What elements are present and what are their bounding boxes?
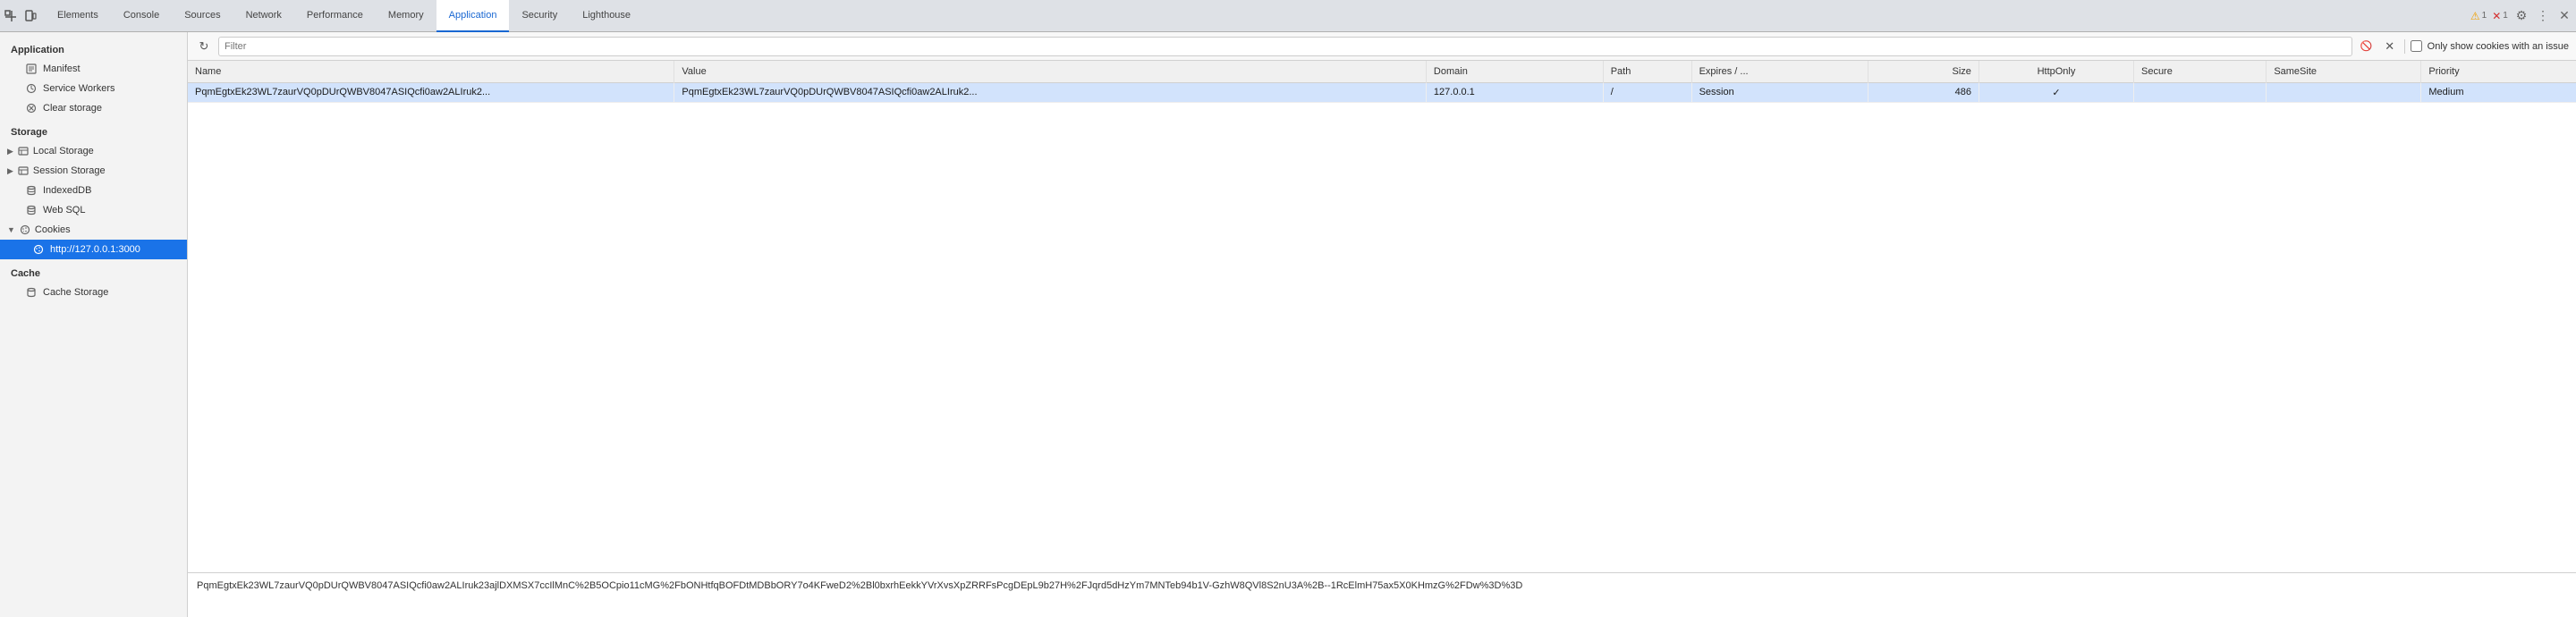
service-workers-label: Service Workers	[43, 83, 114, 94]
tab-security[interactable]: Security	[509, 0, 570, 32]
clear-cookies-button[interactable]: ✕	[2381, 38, 2399, 55]
indexeddb-label: IndexedDB	[43, 185, 91, 196]
storage-section-title: Storage	[0, 118, 187, 141]
service-workers-icon	[25, 82, 38, 95]
table-row[interactable]: PqmEgtxEk23WL7zaurVQ0pDUrQWBV8047ASIQcfi…	[188, 82, 2576, 102]
cookie-detail-value: PqmEgtxEk23WL7zaurVQ0pDUrQWBV8047ASIQcfi…	[197, 580, 1522, 591]
sidebar-group-session-storage[interactable]: ▶ Session Storage	[0, 161, 187, 181]
session-storage-icon	[17, 165, 30, 177]
table-header-row: Name Value Domain Path Expires / ... Siz…	[188, 61, 2576, 82]
table-cell	[2133, 82, 2266, 102]
table-cell: Medium	[2421, 82, 2576, 102]
table-cell: Session	[1691, 82, 1868, 102]
manifest-icon	[25, 63, 38, 75]
inspect-icon[interactable]	[4, 9, 18, 23]
cache-storage-label: Cache Storage	[43, 287, 108, 298]
cookies-url-label: http://127.0.0.1:3000	[50, 244, 140, 255]
clear-filter-icon[interactable]: 🚫	[2358, 38, 2376, 55]
tab-bar: Elements Console Sources Network Perform…	[0, 0, 2576, 32]
error-badge-icon[interactable]: ✕ 1	[2492, 8, 2508, 24]
sidebar-item-clear-storage[interactable]: Clear storage	[0, 98, 187, 118]
cookies-table-wrapper: Name Value Domain Path Expires / ... Siz…	[188, 61, 2576, 572]
cookie-toolbar: ↻ 🚫 ✕ Only show cookies with an issue	[188, 32, 2576, 61]
clear-storage-label: Clear storage	[43, 103, 102, 114]
sidebar-item-cache-storage[interactable]: Cache Storage	[0, 283, 187, 302]
main-layout: Application Manifest Service Workers	[0, 32, 2576, 617]
application-section-title: Application	[0, 36, 187, 59]
sidebar-group-cookies[interactable]: ▼ Cookies	[0, 220, 187, 240]
col-header-expires[interactable]: Expires / ...	[1691, 61, 1868, 82]
col-header-samesite[interactable]: SameSite	[2267, 61, 2421, 82]
tab-performance[interactable]: Performance	[294, 0, 376, 32]
table-cell: PqmEgtxEk23WL7zaurVQ0pDUrQWBV8047ASIQcfi…	[674, 82, 1427, 102]
tab-memory[interactable]: Memory	[376, 0, 436, 32]
sidebar-group-local-storage[interactable]: ▶ Local Storage	[0, 141, 187, 161]
table-cell: PqmEgtxEk23WL7zaurVQ0pDUrQWBV8047ASIQcfi…	[188, 82, 674, 102]
websql-label: Web SQL	[43, 205, 86, 216]
col-header-httponly[interactable]: HttpOnly	[1979, 61, 2133, 82]
col-header-domain[interactable]: Domain	[1426, 61, 1603, 82]
close-icon[interactable]: ✕	[2556, 8, 2572, 24]
content-area: ↻ 🚫 ✕ Only show cookies with an issue Na…	[188, 32, 2576, 617]
cache-section-title: Cache	[0, 259, 187, 283]
tab-application[interactable]: Application	[436, 0, 510, 32]
more-icon[interactable]: ⋮	[2535, 8, 2551, 24]
tab-network[interactable]: Network	[233, 0, 294, 32]
sidebar-item-service-workers[interactable]: Service Workers	[0, 79, 187, 98]
table-cell: 486	[1868, 82, 1979, 102]
cache-storage-icon	[25, 286, 38, 299]
local-storage-chevron: ▶	[7, 147, 13, 156]
cookies-icon	[19, 224, 31, 236]
table-cell: 127.0.0.1	[1426, 82, 1603, 102]
cookies-chevron: ▼	[7, 225, 15, 234]
col-header-value[interactable]: Value	[674, 61, 1427, 82]
refresh-button[interactable]: ↻	[195, 38, 213, 55]
col-header-secure[interactable]: Secure	[2133, 61, 2266, 82]
cookies-url-icon	[32, 243, 45, 256]
cookie-issue-checkbox[interactable]	[2411, 40, 2422, 52]
manifest-label: Manifest	[43, 63, 80, 74]
local-storage-icon	[17, 145, 30, 157]
sidebar-item-cookies-url[interactable]: http://127.0.0.1:3000	[0, 240, 187, 259]
cookies-label: Cookies	[35, 224, 71, 235]
sidebar: Application Manifest Service Workers	[0, 32, 188, 617]
col-header-priority[interactable]: Priority	[2421, 61, 2576, 82]
tab-elements[interactable]: Elements	[45, 0, 111, 32]
session-storage-label: Session Storage	[33, 165, 106, 176]
device-icon[interactable]	[23, 9, 38, 23]
settings-icon[interactable]: ⚙	[2513, 8, 2529, 24]
col-header-path[interactable]: Path	[1603, 61, 1691, 82]
cookie-detail-panel: PqmEgtxEk23WL7zaurVQ0pDUrQWBV8047ASIQcfi…	[188, 572, 2576, 617]
sidebar-item-websql[interactable]: Web SQL	[0, 200, 187, 220]
warning-badge-icon[interactable]: ⚠ 1	[2470, 8, 2487, 24]
table-cell: ✓	[1979, 82, 2133, 102]
tab-bar-right: ⚠ 1 ✕ 1 ⚙ ⋮ ✕	[2470, 8, 2572, 24]
tab-sources[interactable]: Sources	[172, 0, 233, 32]
sidebar-item-manifest[interactable]: Manifest	[0, 59, 187, 79]
filter-input[interactable]	[218, 37, 2352, 56]
sidebar-item-indexeddb[interactable]: IndexedDB	[0, 181, 187, 200]
toolbar-divider	[2404, 39, 2405, 54]
col-header-size[interactable]: Size	[1868, 61, 1979, 82]
devtools-icons	[4, 9, 38, 23]
tab-lighthouse[interactable]: Lighthouse	[570, 0, 643, 32]
table-cell: /	[1603, 82, 1691, 102]
cookie-issue-filter[interactable]: Only show cookies with an issue	[2411, 40, 2569, 52]
local-storage-label: Local Storage	[33, 146, 94, 156]
indexeddb-icon	[25, 184, 38, 197]
tab-console[interactable]: Console	[111, 0, 172, 32]
clear-storage-icon	[25, 102, 38, 114]
session-storage-chevron: ▶	[7, 166, 13, 176]
table-cell	[2267, 82, 2421, 102]
col-header-name[interactable]: Name	[188, 61, 674, 82]
cookies-table: Name Value Domain Path Expires / ... Siz…	[188, 61, 2576, 103]
websql-icon	[25, 204, 38, 216]
